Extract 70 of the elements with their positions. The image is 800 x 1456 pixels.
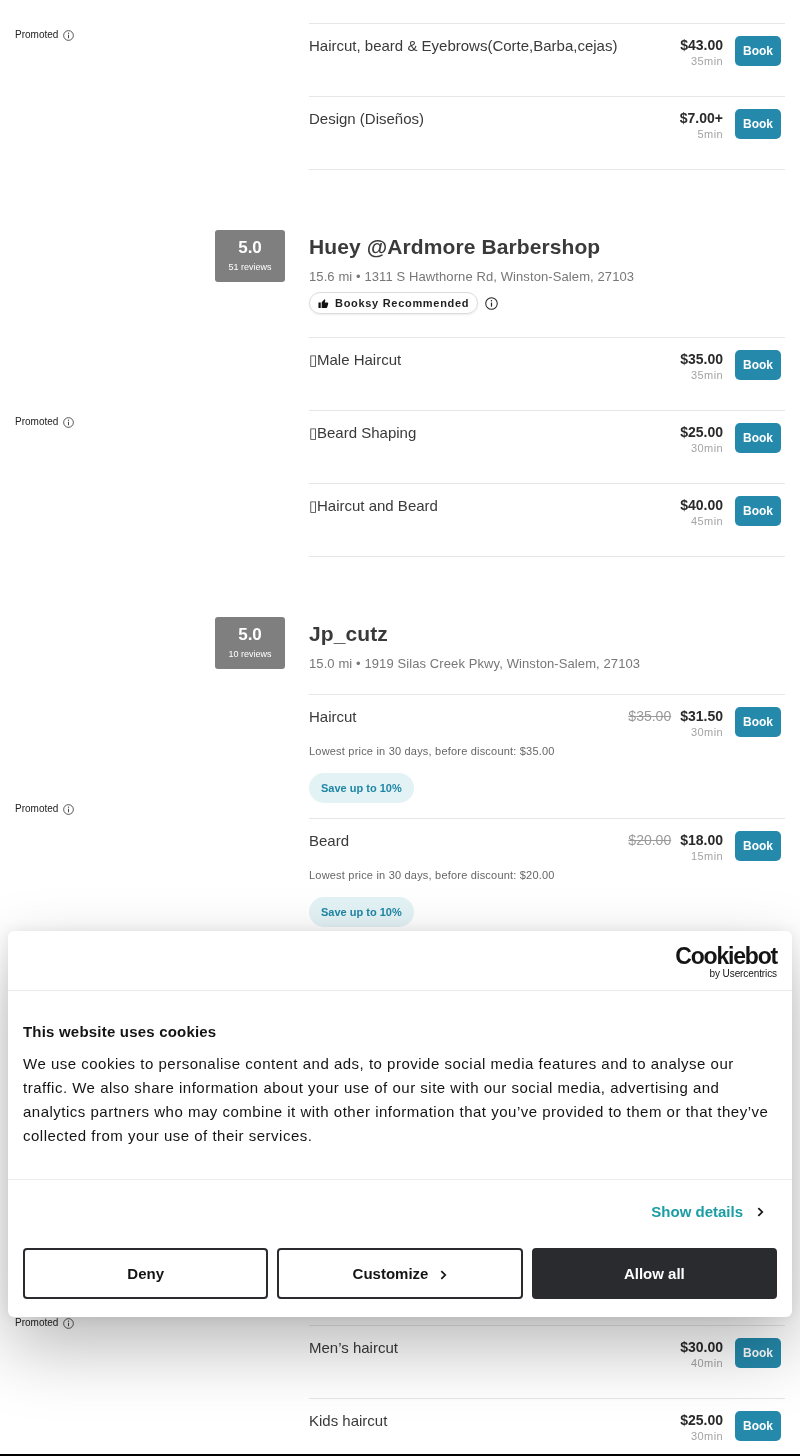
service-price: $43.00: [680, 36, 723, 54]
service-name: ▯Haircut and Beard: [309, 496, 439, 516]
book-button[interactable]: Book: [735, 36, 781, 66]
info-icon[interactable]: [63, 29, 75, 41]
service-duration: 30min: [691, 725, 723, 739]
info-icon[interactable]: [63, 416, 75, 428]
promoted-label: Promoted: [15, 415, 59, 429]
original-price: $35.00: [628, 707, 672, 725]
book-button[interactable]: Book: [735, 831, 781, 861]
service-name: ▯Beard Shaping: [309, 423, 418, 443]
info-icon[interactable]: [63, 803, 75, 815]
book-button[interactable]: Book: [735, 1338, 781, 1368]
promoted-label: Promoted: [15, 1316, 59, 1330]
service-price: $18.00: [680, 831, 723, 849]
shop-address: 15.0 mi • 1919 Silas Creek Pkwy, Winston-Salem, 27103: [309, 655, 642, 673]
service-price: $40.00: [680, 496, 723, 514]
service-name: ▯Male Haircut: [309, 350, 403, 370]
review-count: 10 reviews: [228, 648, 272, 660]
service-name: Haircut, beard & Eyebrows(Corte,Barba,cejas): [309, 36, 619, 56]
service-duration: 40min: [691, 1356, 723, 1370]
price-note: Lowest price in 30 days, before discount: $35.00: [309, 744, 555, 758]
rating-score: 5.0: [238, 238, 262, 258]
service-price: $35.00: [680, 350, 723, 368]
service-duration: 15min: [691, 849, 723, 863]
review-count: 51 reviews: [228, 261, 272, 273]
book-button[interactable]: Book: [735, 423, 781, 453]
logo-byline: by Usercentrics: [709, 968, 777, 979]
book-button[interactable]: Book: [735, 1411, 781, 1441]
book-button[interactable]: Book: [735, 707, 781, 737]
show-details-link[interactable]: Show details: [651, 1202, 764, 1222]
rating-score: 5.0: [238, 625, 262, 645]
service-name: Design (Diseños): [309, 109, 426, 129]
discount-badge: Save up to 10%: [309, 897, 414, 927]
cookie-text: We use cookies to personalise content and ads, to provide social media features and to analyse our traffic. We also share information about your use of our site with our social media, advertising and analytics partners who may combine it with other information that you’ve provided to them or that they’ve collected from your use of their services.: [23, 1054, 770, 1146]
shop-address: 15.6 mi • 1311 S Hawthorne Rd, Winston-Salem, 27103: [309, 268, 636, 286]
discount-badge: Save up to 10%: [309, 773, 414, 803]
thumbs-up-icon: [318, 297, 329, 309]
promoted-label: Promoted: [15, 802, 59, 816]
cookie-button[interactable]: Allow all: [531, 1248, 777, 1299]
cookie-title: This website uses cookies: [23, 1022, 218, 1042]
book-button[interactable]: Book: [735, 496, 781, 526]
service-duration: 30min: [691, 1429, 723, 1443]
info-icon[interactable]: [485, 296, 499, 310]
service-name: Haircut: [309, 707, 358, 727]
chevron-right-icon: [757, 1206, 764, 1218]
service-price: $31.50: [680, 707, 723, 725]
service-price: $25.00: [680, 423, 723, 441]
service-name: Men’s haircut: [309, 1338, 399, 1358]
info-icon[interactable]: [63, 1317, 75, 1329]
service-duration: 45min: [691, 514, 723, 528]
logo-wordmark: Cookiebot: [675, 944, 777, 968]
shop-name[interactable]: Huey @Ardmore Barbershop: [309, 234, 785, 260]
original-price: $20.00: [628, 831, 672, 849]
service-name: Beard: [309, 831, 351, 851]
shop-name[interactable]: Jp_cutz: [309, 621, 785, 647]
promoted-label: Promoted: [15, 28, 59, 42]
service-price: $30.00: [680, 1338, 723, 1356]
service-duration: 30min: [691, 441, 723, 455]
book-button[interactable]: Book: [735, 109, 781, 139]
service-duration: 35min: [691, 368, 723, 382]
service-name: Kids haircut: [309, 1411, 389, 1431]
cookie-button[interactable]: Deny: [23, 1248, 269, 1299]
service-duration: 35min: [691, 54, 723, 68]
service-duration: 5min: [697, 127, 723, 141]
cookie-button[interactable]: Customize: [277, 1248, 523, 1299]
price-note: Lowest price in 30 days, before discount: $20.00: [309, 868, 555, 882]
service-price: $25.00: [680, 1411, 723, 1429]
service-price: $7.00+: [679, 109, 723, 127]
recommended-label: Booksy Recommended: [335, 296, 470, 310]
book-button[interactable]: Book: [735, 350, 781, 380]
